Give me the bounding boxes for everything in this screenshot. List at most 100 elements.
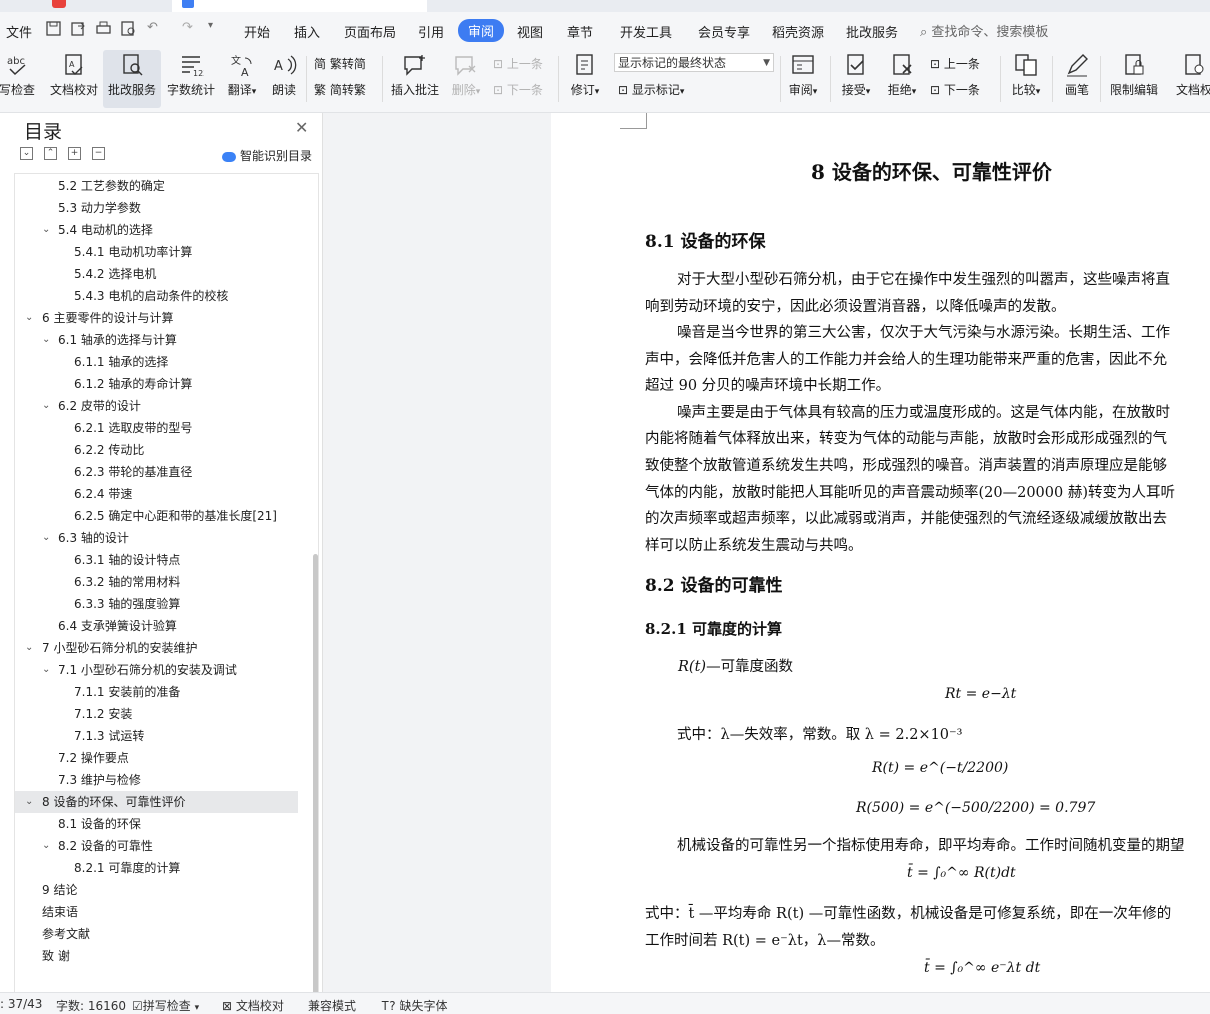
close-icon[interactable]: ✕ xyxy=(295,118,308,137)
toc-item[interactable]: 6.4 支承弹簧设计验算 xyxy=(15,615,298,637)
word-count-status[interactable]: 字数: 16160 xyxy=(56,997,126,1014)
print-preview-icon[interactable] xyxy=(120,20,137,37)
toc-item[interactable]: ⌄ 5.4 电动机的选择 xyxy=(15,219,298,241)
spellcheck-button[interactable]: abc 拼写检查 xyxy=(0,50,40,108)
accept-button[interactable]: 接受▾ xyxy=(836,50,876,108)
toc-collapse-toggle-icon[interactable]: ⌄ xyxy=(42,329,50,351)
menu-file[interactable]: 文件 xyxy=(6,22,32,41)
toc-item[interactable]: ⌄ 8 设备的环保、可靠性评价 xyxy=(15,791,298,813)
prev-comment-button[interactable]: ⊡ 上一条 xyxy=(493,55,543,72)
menu-member[interactable]: 会员专享 xyxy=(698,22,750,41)
toc-item[interactable]: 参考文献 xyxy=(15,923,298,945)
redo-icon[interactable]: ↷ xyxy=(182,20,193,35)
reject-button[interactable]: 拒绝▾ xyxy=(882,50,922,108)
translate-button[interactable]: 文A 翻译▾ xyxy=(222,50,262,108)
toc-item[interactable]: 7.1.1 安装前的准备 xyxy=(15,681,298,703)
toc-collapse-toggle-icon[interactable]: ⌄ xyxy=(42,527,50,549)
menu-developer[interactable]: 开发工具 xyxy=(620,22,672,41)
toc-item[interactable]: 8.1 设备的环保 xyxy=(15,813,298,835)
toc-collapse-toggle-icon[interactable]: ⌄ xyxy=(42,659,50,681)
page-indicator[interactable]: : 37/43 xyxy=(0,997,42,1011)
toc-collapse-toggle-icon[interactable]: ⌄ xyxy=(25,307,33,329)
toc-collapse-toggle-icon[interactable]: ⌄ xyxy=(42,395,50,417)
toc-item[interactable]: 7.2 操作要点 xyxy=(15,747,298,769)
toc-item[interactable]: ⌄ 8.2 设备的可靠性 xyxy=(15,835,298,857)
toc-item[interactable]: 5.2 工艺参数的确定 xyxy=(15,175,298,197)
document-tab[interactable] xyxy=(172,0,427,12)
toc-item[interactable]: 7.1.3 试运转 xyxy=(15,725,298,747)
toc-item[interactable]: 6.2.5 确定中心距和带的基准长度[21] xyxy=(15,505,298,527)
toc-collapse-toggle-icon[interactable]: ⌄ xyxy=(42,219,50,241)
toc-item[interactable]: 6.1.2 轴承的寿命计算 xyxy=(15,373,298,395)
read-aloud-button[interactable]: A 朗读 xyxy=(266,50,302,108)
command-search[interactable]: ⌕ 查找命令、搜索模板 xyxy=(920,21,1048,40)
collapse-all-icon[interactable]: ⌃ xyxy=(44,147,57,160)
add-heading-icon[interactable]: + xyxy=(68,147,81,160)
toc-item[interactable]: 5.3 动力学参数 xyxy=(15,197,298,219)
proofread-button[interactable]: A 文档校对 xyxy=(48,50,100,108)
show-markup-button[interactable]: ⊡ 显示标记▾ xyxy=(618,81,684,98)
print-icon[interactable] xyxy=(95,20,112,37)
compat-mode-status[interactable]: 兼容模式 xyxy=(308,997,356,1014)
menu-review[interactable]: 审阅 xyxy=(458,19,505,42)
toc-item[interactable]: 6.3.3 轴的强度验算 xyxy=(15,593,298,615)
next-comment-button[interactable]: ⊡ 下一条 xyxy=(493,81,543,98)
toc-item[interactable]: 致 谢 xyxy=(15,945,298,967)
toc-scrollbar[interactable] xyxy=(313,554,318,992)
remove-heading-icon[interactable]: − xyxy=(92,147,105,160)
toc-item[interactable]: 5.4.2 选择电机 xyxy=(15,263,298,285)
correction-service-button[interactable]: 批改服务 xyxy=(103,50,161,108)
menu-docer[interactable]: 稻壳资源 xyxy=(772,22,824,41)
toc-item[interactable]: ⌄ 6.2 皮带的设计 xyxy=(15,395,298,417)
toc-item[interactable]: ⌄ 6.1 轴承的选择与计算 xyxy=(15,329,298,351)
menu-insert[interactable]: 插入 xyxy=(294,22,320,41)
toc-item[interactable]: 8.2.1 可靠度的计算 xyxy=(15,857,298,879)
toc-item[interactable]: 6.3.1 轴的设计特点 xyxy=(15,549,298,571)
review-pane-button[interactable]: 审阅▾ xyxy=(784,50,822,108)
word-count-button[interactable]: 123 字数统计 xyxy=(165,50,217,108)
menu-correction[interactable]: 批改服务 xyxy=(846,22,898,41)
missing-font-status[interactable]: Ꭲ? 缺失字体 xyxy=(382,997,447,1014)
proofread-status[interactable]: ⊠ 文档校对 xyxy=(222,997,284,1014)
toc-item[interactable]: ⌄ 7.1 小型砂石筛分机的安装及调试 xyxy=(15,659,298,681)
toc-collapse-toggle-icon[interactable]: ⌄ xyxy=(42,835,50,857)
menu-home[interactable]: 开始 xyxy=(244,22,270,41)
toc-collapse-toggle-icon[interactable]: ⌄ xyxy=(25,791,33,813)
menu-chapter[interactable]: 章节 xyxy=(567,22,593,41)
markup-mode-select[interactable]: 显示标记的最终状态 ▼ xyxy=(614,53,774,72)
toc-collapse-toggle-icon[interactable]: ⌄ xyxy=(25,637,33,659)
toc-item[interactable]: 6.2.4 带速 xyxy=(15,483,298,505)
toc-item[interactable]: 5.4.3 电机的启动条件的校核 xyxy=(15,285,298,307)
toc-item[interactable]: 结束语 xyxy=(15,901,298,923)
menu-page-layout[interactable]: 页面布局 xyxy=(344,22,396,41)
toc-item[interactable]: 6.2.2 传动比 xyxy=(15,439,298,461)
expand-all-icon[interactable]: ⌄ xyxy=(20,147,33,160)
export-icon[interactable] xyxy=(70,20,87,37)
spellcheck-status[interactable]: ☑拼写检查 ▾ xyxy=(132,997,199,1014)
toc-item[interactable]: 6.2.3 带轮的基准直径 xyxy=(15,461,298,483)
quick-access-dropdown-icon[interactable]: ▾ xyxy=(208,20,213,31)
menu-references[interactable]: 引用 xyxy=(418,22,444,41)
toc-item[interactable]: 6.1.1 轴承的选择 xyxy=(15,351,298,373)
next-change-button[interactable]: ⊡ 下一条 xyxy=(930,81,980,98)
toc-item[interactable]: ⌄ 7 小型砂石筛分机的安装维护 xyxy=(15,637,298,659)
toc-item[interactable]: 6.2.1 选取皮带的型号 xyxy=(15,417,298,439)
toc-item[interactable]: 7.3 维护与检修 xyxy=(15,769,298,791)
restrict-edit-button[interactable]: 限制编辑 xyxy=(1106,50,1162,108)
delete-comment-button[interactable]: 删除▾ xyxy=(446,50,486,108)
trad-to-simp-button[interactable]: 简 繁转简 xyxy=(314,55,366,72)
menu-view[interactable]: 视图 xyxy=(517,22,543,41)
simp-to-trad-button[interactable]: 繁 简转繁 xyxy=(314,81,366,98)
doc-permission-button[interactable]: 文档权 xyxy=(1166,50,1210,108)
prev-change-button[interactable]: ⊡ 上一条 xyxy=(930,55,980,72)
toc-item[interactable]: ⌄ 6.3 轴的设计 xyxy=(15,527,298,549)
toc-item[interactable]: 5.4.1 电动机功率计算 xyxy=(15,241,298,263)
undo-icon[interactable]: ↶ xyxy=(147,20,158,35)
toc-item[interactable]: 7.1.2 安装 xyxy=(15,703,298,725)
revise-button[interactable]: 修订▾ xyxy=(564,50,606,108)
compare-button[interactable]: 比较▾ xyxy=(1006,50,1046,108)
ink-button[interactable]: 画笔 xyxy=(1058,50,1096,108)
toc-item[interactable]: 9 结论 xyxy=(15,879,298,901)
toc-item[interactable]: 6.3.2 轴的常用材料 xyxy=(15,571,298,593)
save-icon[interactable] xyxy=(45,20,62,37)
